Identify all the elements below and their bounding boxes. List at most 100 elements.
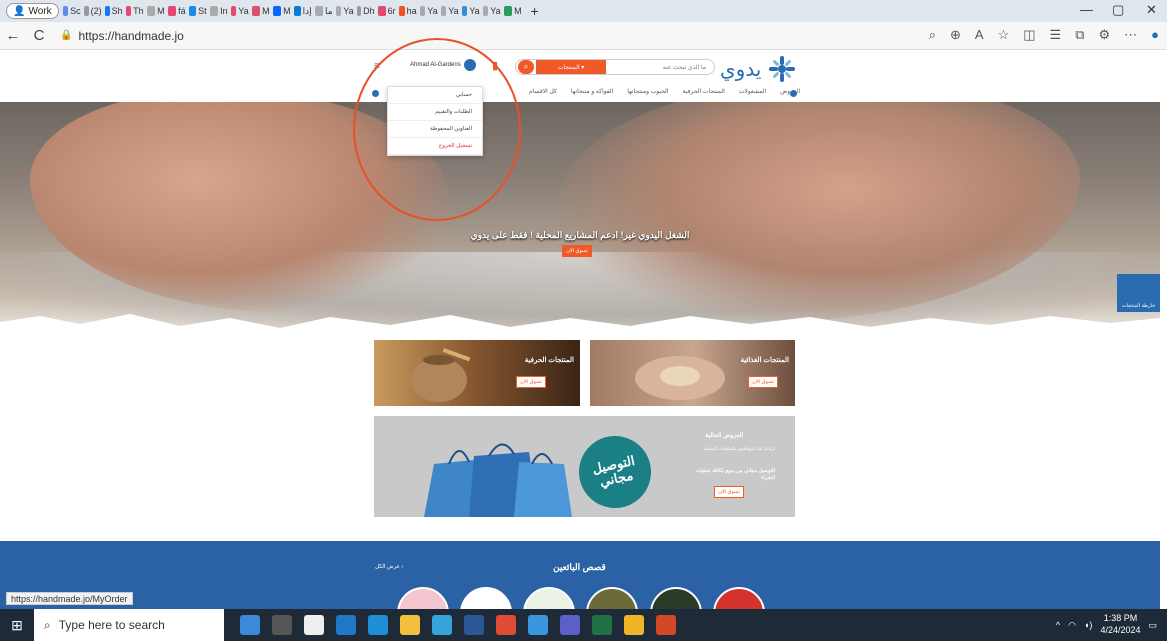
- tray-chevron-icon[interactable]: ^: [1056, 620, 1060, 630]
- crafts-shop-button[interactable]: تسوق الان: [516, 376, 546, 388]
- file-explorer-icon[interactable]: [400, 615, 420, 635]
- extensions-icon[interactable]: ⚙: [1098, 27, 1110, 43]
- promo-shop-button[interactable]: تسوق الان: [714, 486, 744, 498]
- browser-tab[interactable]: إدا: [293, 4, 312, 18]
- back-button[interactable]: ←: [0, 27, 26, 44]
- tab-favicon-icon: [104, 6, 110, 16]
- categories-icon[interactable]: [790, 90, 797, 97]
- copilot-icon[interactable]: ●: [1151, 27, 1159, 43]
- start-windows-icon[interactable]: ⊞: [0, 609, 34, 641]
- powerpoint-icon[interactable]: [656, 615, 676, 635]
- browser-tab[interactable]: M: [272, 4, 291, 18]
- browser-tab[interactable]: M: [251, 4, 270, 18]
- seller-story-avatar[interactable]: [586, 587, 638, 610]
- network-icon[interactable]: ◠: [1068, 620, 1076, 631]
- zoom-icon[interactable]: ⊕: [950, 27, 961, 43]
- collections-icon[interactable]: ⧉: [1075, 27, 1084, 43]
- browser-tab[interactable]: Ya: [461, 4, 480, 18]
- category-nav-item[interactable]: المنتجات الحرفية: [683, 88, 725, 100]
- new-tab-button[interactable]: +: [526, 3, 544, 19]
- split-screen-icon[interactable]: ◫: [1023, 27, 1035, 43]
- url-field[interactable]: 🔒 https://handmade.jo: [60, 29, 184, 43]
- browser-tab-strip: 👤 Work Sc (2) Sh Th Mfá St In Ya M M إدا ما Ya Dh 6r ha…: [0, 0, 1167, 22]
- excel-icon[interactable]: [592, 615, 612, 635]
- browser-tab-label: Ya: [427, 6, 438, 16]
- category-nav-item[interactable]: المشغولات: [739, 88, 766, 100]
- volume-icon[interactable]: ◖): [1084, 620, 1092, 630]
- edge-icon[interactable]: [368, 615, 388, 635]
- search-icon[interactable]: ⌕: [518, 60, 534, 74]
- food-card[interactable]: المنتجات الغذائية تسوق الان: [590, 340, 795, 406]
- tab-favicon-icon: [146, 6, 156, 16]
- browser-tab[interactable]: M: [146, 4, 165, 18]
- search-input[interactable]: ما الذي تبحث عنه: [606, 64, 714, 71]
- browser-tab[interactable]: Sh: [104, 4, 123, 18]
- close-window-button[interactable]: ✕: [1146, 2, 1157, 18]
- site-search[interactable]: ⌕ المنتجات ▾ ما الذي تبحث عنه: [515, 59, 715, 75]
- notifications-icon[interactable]: ▭: [1148, 620, 1157, 631]
- browser-tab[interactable]: Ya: [482, 4, 501, 18]
- more-icon[interactable]: ⋯: [1124, 27, 1137, 43]
- mail-icon[interactable]: [336, 615, 356, 635]
- browser-tab[interactable]: Ya: [419, 4, 438, 18]
- seller-story-avatar[interactable]: [650, 587, 702, 610]
- category-nav-item[interactable]: الحبوب ومنتجاتها: [627, 88, 668, 100]
- food-shop-button[interactable]: تسوق الان: [748, 376, 778, 388]
- pottery-image: [411, 348, 471, 402]
- seller-story-avatar[interactable]: [713, 587, 765, 610]
- browser-tab[interactable]: ما: [314, 4, 333, 18]
- teams-icon[interactable]: [560, 615, 580, 635]
- tab-favicon-icon: [209, 6, 219, 16]
- category-nav-item[interactable]: الفواكه و منتجاتها: [571, 88, 613, 100]
- browser-tab[interactable]: Ya: [230, 4, 249, 18]
- store-icon[interactable]: [432, 615, 452, 635]
- minimize-button[interactable]: —: [1080, 2, 1093, 17]
- crafts-card[interactable]: المنتجات الحرفية تسوق الان: [374, 340, 580, 406]
- browser-tab[interactable]: ha: [398, 4, 417, 18]
- promo-subtitle: لزيادة ثقة المواطنين بالمنتجات المحلية: [703, 446, 775, 451]
- stories-view-all-link[interactable]: عرض الكل ›: [375, 564, 403, 570]
- profile-label: Work: [28, 5, 52, 17]
- browser-tab[interactable]: Sc: [62, 4, 81, 18]
- browser-tab-label: Ya: [238, 6, 249, 16]
- favorite-star-icon[interactable]: ☆: [998, 27, 1010, 43]
- product-map-tab[interactable]: خارطة المنتجات: [1117, 274, 1160, 312]
- site-logo[interactable]: يدوي: [720, 54, 797, 84]
- read-aloud-icon[interactable]: A: [975, 27, 984, 43]
- reload-button[interactable]: C: [26, 27, 52, 44]
- browser-tab[interactable]: fá: [167, 4, 186, 18]
- profile-button[interactable]: 👤 Work: [6, 3, 59, 19]
- tab-favicon-icon: [272, 6, 282, 16]
- find-icon[interactable]: ⌕: [929, 27, 936, 43]
- browser-tab[interactable]: 6r: [377, 4, 396, 18]
- browser-tab-label: M: [283, 6, 291, 16]
- word-icon[interactable]: [464, 615, 484, 635]
- taskbar-search[interactable]: ⌕ Type here to search: [34, 609, 224, 641]
- category-nav-item[interactable]: كل الاقسام: [529, 88, 557, 100]
- restore-button[interactable]: ▢: [1112, 2, 1124, 18]
- seller-story-avatar[interactable]: [460, 587, 512, 610]
- browser-tab[interactable]: St: [188, 4, 207, 18]
- favorites-icon[interactable]: ☰: [1050, 27, 1062, 43]
- browser-tab-label: M: [514, 6, 522, 16]
- browser-tab[interactable]: Ya: [440, 4, 459, 18]
- chrome-icon[interactable]: [496, 615, 516, 635]
- widgets-icon[interactable]: [240, 615, 260, 635]
- tab-favicon-icon: [356, 6, 362, 16]
- tab-favicon-icon: [62, 6, 69, 16]
- seller-story-avatar[interactable]: [397, 587, 449, 610]
- hero-shop-button[interactable]: تسوق الان: [562, 245, 592, 257]
- browser-tab[interactable]: In: [209, 4, 228, 18]
- browser-tab[interactable]: Th: [125, 4, 144, 18]
- notes-icon[interactable]: [624, 615, 644, 635]
- browser-tab[interactable]: Dh: [356, 4, 375, 18]
- browser-tab[interactable]: Ya: [335, 4, 354, 18]
- task-view-icon[interactable]: [272, 615, 292, 635]
- seller-story-avatar[interactable]: [523, 587, 575, 610]
- browser-tab[interactable]: M: [503, 4, 522, 18]
- clock[interactable]: 1:38 PM 4/24/2024: [1100, 613, 1140, 636]
- photos-icon[interactable]: [528, 615, 548, 635]
- browser-tab[interactable]: (2): [83, 4, 102, 18]
- paint-icon[interactable]: [304, 615, 324, 635]
- search-category-select[interactable]: المنتجات ▾: [536, 60, 606, 74]
